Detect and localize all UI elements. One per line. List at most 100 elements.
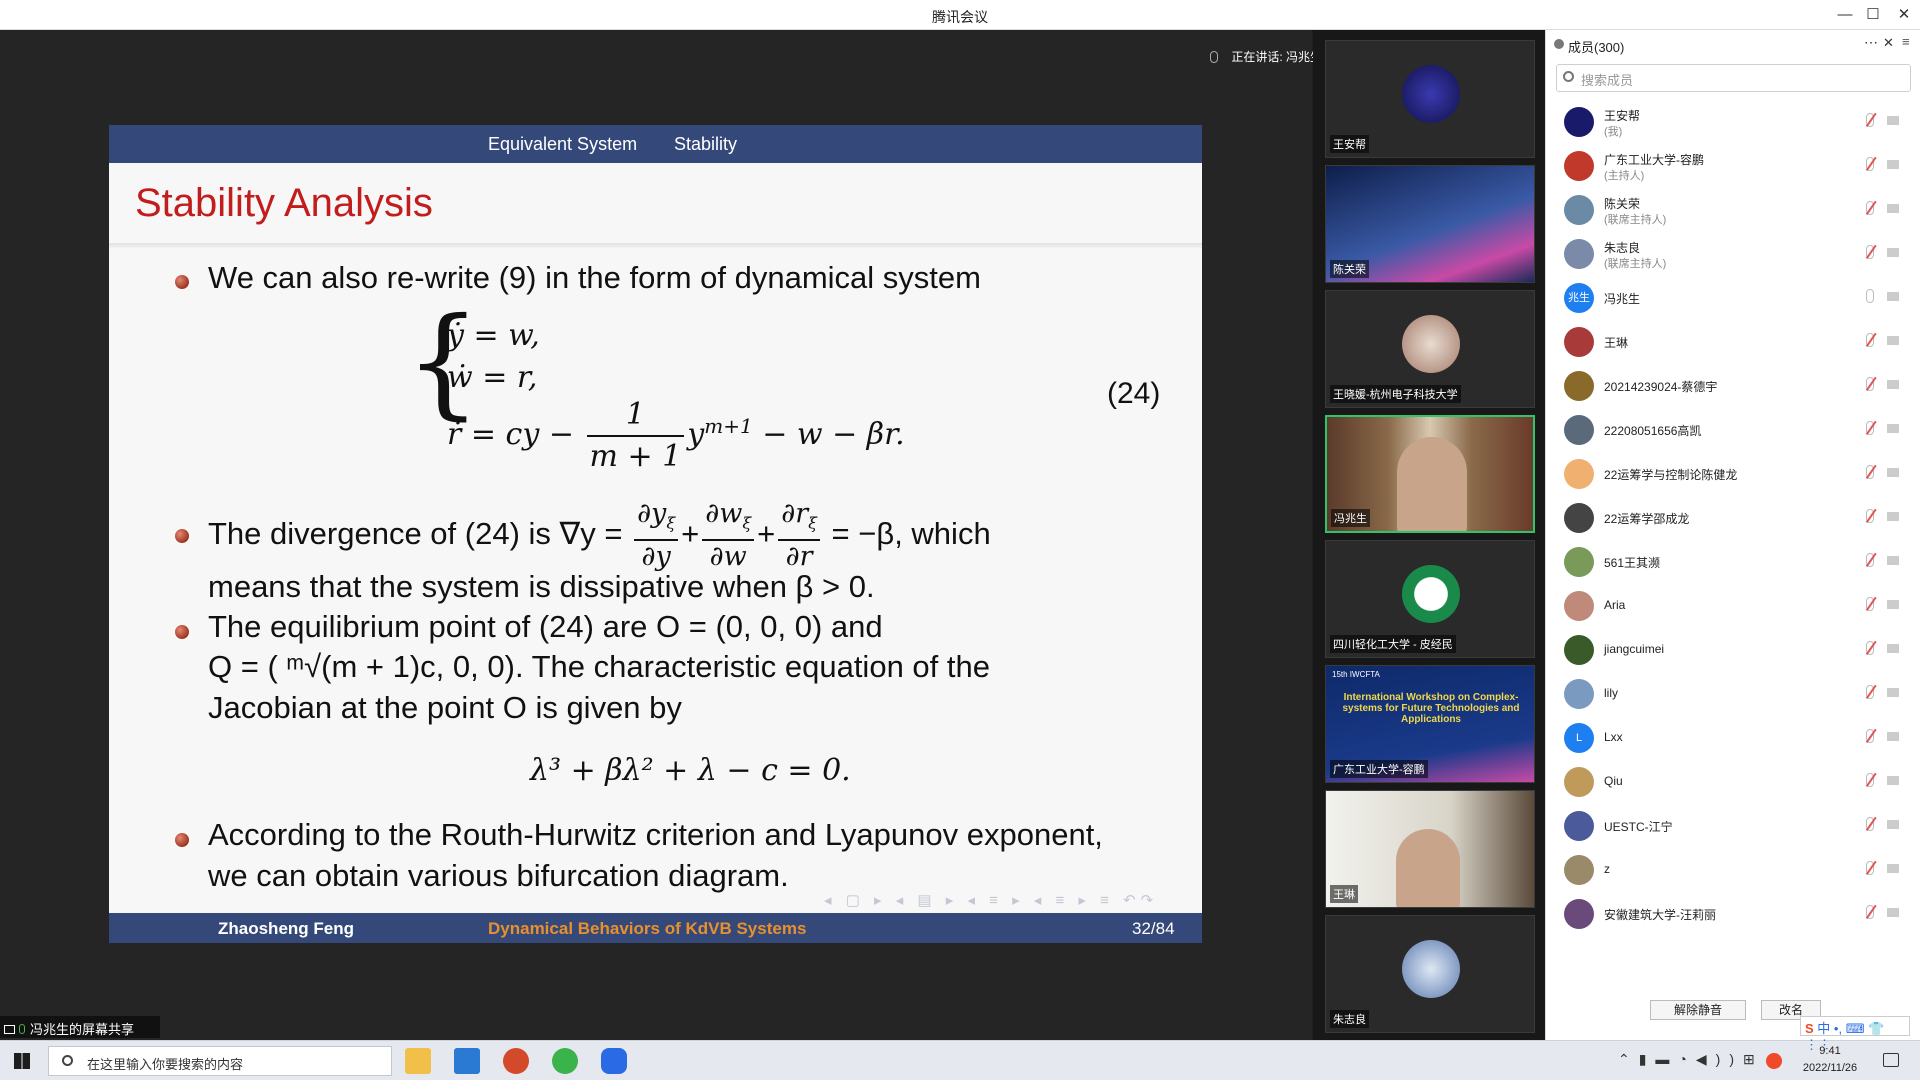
mic-muted-icon[interactable] (1866, 817, 1874, 831)
tile-wang-anbang[interactable]: 王安帮 (1325, 40, 1535, 158)
camera-off-icon[interactable] (1887, 864, 1899, 873)
photos-icon[interactable] (454, 1048, 480, 1074)
tray-icons[interactable]: ⌃▮▬◔◀))⊞ (1618, 1051, 1764, 1068)
unmute-button[interactable]: 解除静音 (1650, 1000, 1746, 1020)
camera-off-icon[interactable] (1887, 776, 1899, 785)
mic-muted-icon[interactable] (1866, 465, 1874, 479)
camera-off-icon[interactable] (1887, 424, 1899, 433)
member-row[interactable]: 王安帮 (我) (1546, 100, 1920, 144)
tile-label: 广东工业大学-容鹏 (1330, 760, 1428, 778)
mic-muted-icon[interactable] (1866, 289, 1874, 303)
camera-off-icon[interactable] (1887, 292, 1899, 301)
camera-off-icon[interactable] (1887, 160, 1899, 169)
bullet-icon (175, 833, 189, 847)
powerpoint-icon[interactable] (503, 1048, 529, 1074)
tile-chen-guanrong[interactable]: 陈关荣 (1325, 165, 1535, 283)
mic-muted-icon[interactable] (1866, 509, 1874, 523)
member-row[interactable]: jiangcuimei (1546, 628, 1920, 672)
clock-time: 9:41 (1819, 1045, 1841, 1057)
mic-muted-icon[interactable] (1866, 113, 1874, 127)
member-row[interactable]: 22运筹学邵成龙 (1546, 496, 1920, 540)
member-row[interactable]: UESTC-江宁 (1546, 804, 1920, 848)
camera-off-icon[interactable] (1887, 644, 1899, 653)
tile-pi-jingmin[interactable]: 四川轻化工大学 - 皮经民 (1325, 540, 1535, 658)
sogou-ime-icon[interactable] (1766, 1053, 1782, 1069)
mic-muted-icon[interactable] (1866, 597, 1874, 611)
mic-muted-icon[interactable] (1866, 201, 1874, 215)
tile-wang-lin[interactable]: 王琳 (1325, 790, 1535, 908)
slide-heading-shadow (109, 243, 1202, 249)
camera-off-icon[interactable] (1887, 908, 1899, 917)
member-avatar (1564, 855, 1594, 885)
more-icon[interactable]: ⋯ (1864, 34, 1878, 51)
mic-muted-icon[interactable] (1866, 641, 1874, 655)
camera-off-icon[interactable] (1887, 380, 1899, 389)
minimize-icon[interactable]: — (1834, 4, 1856, 26)
mic-muted-icon[interactable] (1866, 905, 1874, 919)
taskbar-search-input[interactable]: 在这里输入你要搜索的内容 (48, 1046, 392, 1076)
camera-off-icon[interactable] (1887, 556, 1899, 565)
member-row[interactable]: 陈关荣 (联席主持人) (1546, 188, 1920, 232)
member-name: 安徽建筑大学-汪莉丽 (1604, 908, 1716, 922)
mic-muted-icon[interactable] (1866, 333, 1874, 347)
bullet-icon (175, 529, 189, 543)
camera-off-icon[interactable] (1887, 204, 1899, 213)
mic-muted-icon[interactable] (1866, 421, 1874, 435)
camera-off-icon[interactable] (1887, 116, 1899, 125)
member-row[interactable]: 兆生 冯兆生 (1546, 276, 1920, 320)
panel-menu-icon[interactable]: ≡ (1902, 34, 1910, 49)
camera-off-icon[interactable] (1887, 248, 1899, 257)
camera-off-icon[interactable] (1887, 468, 1899, 477)
mic-muted-icon[interactable] (1866, 157, 1874, 171)
mic-muted-icon[interactable] (1866, 377, 1874, 391)
beamer-nav-icons[interactable]: ◂ ▢ ▸ ◂ ▤ ▸ ◂ ≡ ▸ ◂ ≡ ▸ ≡ ↶↷ (824, 891, 1158, 909)
tile-zhu-zhiliang[interactable]: 朱志良 (1325, 915, 1535, 1033)
mic-muted-icon[interactable] (1866, 729, 1874, 743)
camera-off-icon[interactable] (1887, 512, 1899, 521)
taskbar-clock[interactable]: 9:41 2022/11/26 (1790, 1043, 1870, 1077)
member-row[interactable]: 安徽建筑大学-汪莉丽 (1546, 892, 1920, 930)
camera-off-icon[interactable] (1887, 600, 1899, 609)
file-explorer-icon[interactable] (405, 1048, 431, 1074)
tile-wang-xiaoyuan[interactable]: 王晓媛-杭州电子科技大学 (1325, 290, 1535, 408)
member-row[interactable]: 朱志良 (联席主持人) (1546, 232, 1920, 276)
member-search-input[interactable]: 搜索成员 (1556, 64, 1911, 92)
close-icon[interactable]: ✕ (1893, 4, 1915, 26)
member-row[interactable]: Aria (1546, 584, 1920, 628)
tile-rong-peng[interactable]: 15th IWCFTA International Workshop on Co… (1325, 665, 1535, 783)
member-row[interactable]: 22208051656高凯 (1546, 408, 1920, 452)
wechat-icon[interactable] (552, 1048, 578, 1074)
start-icon[interactable] (14, 1053, 30, 1069)
mic-muted-icon[interactable] (1866, 773, 1874, 787)
mic-muted-icon[interactable] (1866, 553, 1874, 567)
slide-nav-equivalent-system[interactable]: Equivalent System (488, 134, 637, 155)
camera-off-icon[interactable] (1887, 820, 1899, 829)
camera-off-icon[interactable] (1887, 336, 1899, 345)
slide-nav-stability[interactable]: Stability (674, 134, 737, 155)
mic-muted-icon[interactable] (1866, 685, 1874, 699)
member-row[interactable]: z (1546, 848, 1920, 892)
member-row[interactable]: L Lxx (1546, 716, 1920, 760)
tencent-meeting-icon[interactable] (601, 1048, 627, 1074)
member-row[interactable]: 20214239024-蔡德宇 (1546, 364, 1920, 408)
member-row[interactable]: 王琳 (1546, 320, 1920, 364)
member-row[interactable]: lily (1546, 672, 1920, 716)
member-row[interactable]: 561王其濒 (1546, 540, 1920, 584)
member-row[interactable]: 广东工业大学-容鹏 (主持人) (1546, 144, 1920, 188)
mic-muted-icon[interactable] (1866, 861, 1874, 875)
sogou-toolbar[interactable]: S 中 •, ⌨ 👕 ⋮⋮ (1800, 1016, 1910, 1052)
camera-off-icon[interactable] (1887, 688, 1899, 697)
camera-off-icon[interactable] (1887, 732, 1899, 741)
tile-feng-zhaosheng[interactable]: 冯兆生 (1325, 415, 1535, 533)
notification-icon[interactable] (1883, 1053, 1899, 1067)
member-row[interactable]: 22运筹学与控制论陈健龙 (1546, 452, 1920, 496)
clock-date: 2022/11/26 (1802, 1062, 1858, 1074)
mic-muted-icon[interactable] (1866, 245, 1874, 259)
member-avatar (1564, 415, 1594, 445)
close-panel-icon[interactable]: ✕ (1883, 35, 1894, 51)
maximize-icon[interactable]: ☐ (1862, 4, 1884, 26)
member-row[interactable]: Qiu (1546, 760, 1920, 804)
member-name: 22208051656高凯 (1604, 424, 1702, 438)
screen-share-label[interactable]: 冯兆生的屏幕共享 (0, 1016, 160, 1038)
member-name: Aria (1604, 598, 1626, 612)
